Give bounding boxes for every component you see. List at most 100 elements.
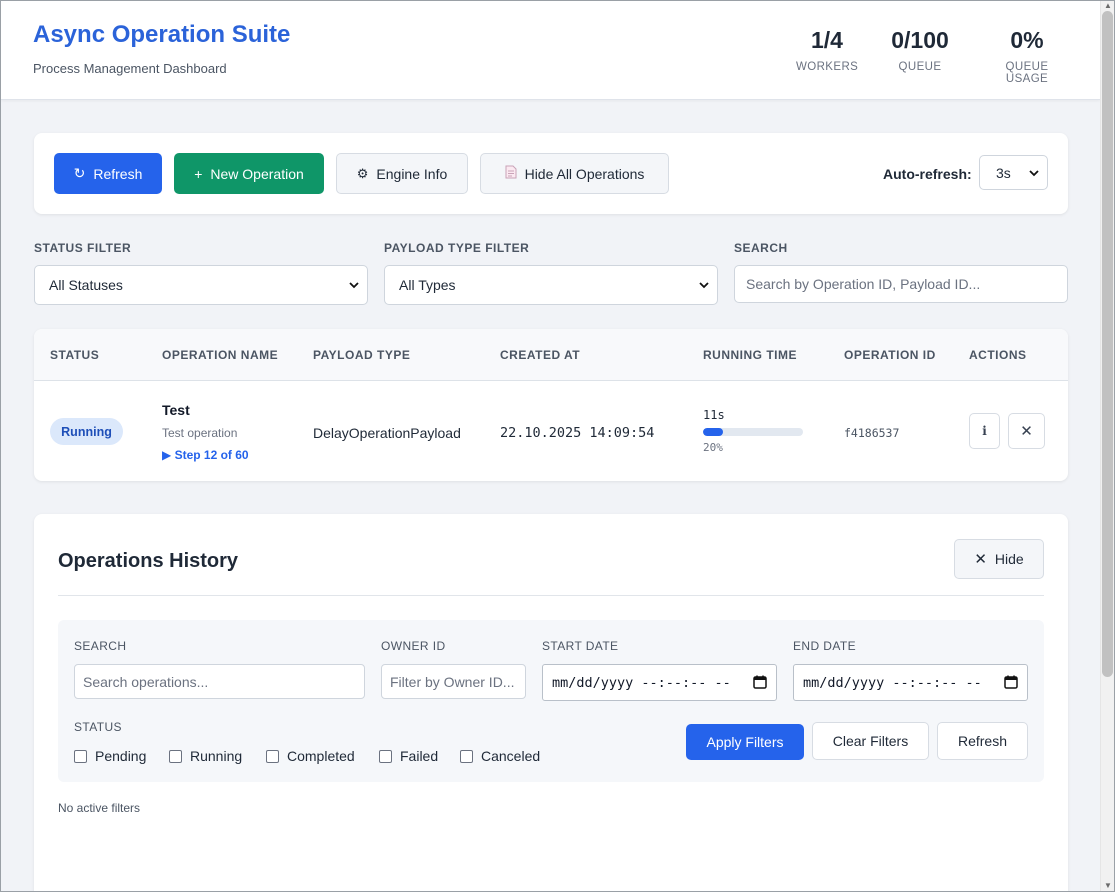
- created-at: 22.10.2025 14:09:54: [500, 425, 655, 441]
- owner-id-input[interactable]: Filter by Owner ID...: [381, 664, 526, 699]
- status-checkbox-label: Failed: [400, 748, 439, 764]
- owner-id-label: OWNER ID: [381, 639, 446, 653]
- apply-filters-button[interactable]: Apply Filters: [686, 724, 804, 760]
- status-checkbox-label: Running: [190, 748, 243, 764]
- checkbox[interactable]: [266, 749, 279, 763]
- scrollbar-thumb[interactable]: [1102, 11, 1113, 677]
- calendar-icon[interactable]: [753, 675, 767, 689]
- progress-bar-fill: [703, 428, 723, 436]
- status-checkbox-label: Pending: [95, 748, 147, 764]
- app-window: Async Operation Suite Process Management…: [0, 0, 1115, 892]
- status-filter-label: STATUS FILTER: [34, 241, 132, 255]
- toolbar: ↻ Refresh + New Operation ⚙ Engine Info …: [34, 133, 1068, 214]
- info-icon: i: [982, 424, 987, 438]
- history-search-input[interactable]: Search operations...: [74, 664, 365, 699]
- engine-info-button[interactable]: ⚙ Engine Info: [336, 153, 468, 194]
- operation-description: Test operation: [162, 426, 238, 440]
- calendar-icon[interactable]: [1004, 675, 1018, 689]
- operation-name: Test: [162, 402, 190, 418]
- status-checkbox-canceled[interactable]: Canceled: [460, 748, 540, 764]
- owner-id-placeholder: Filter by Owner ID...: [390, 673, 515, 690]
- chevron-down-icon: [699, 282, 709, 289]
- checkbox[interactable]: [460, 749, 473, 763]
- history-refresh-button[interactable]: Refresh: [937, 722, 1028, 760]
- stat-queue: 0/100 QUEUE: [881, 27, 959, 73]
- scroll-down-arrow-icon[interactable]: ▼: [1103, 882, 1113, 890]
- refresh-button-label: Refresh: [93, 165, 143, 182]
- end-date-input[interactable]: mm/dd/yyyy --:--:-- --: [793, 664, 1028, 701]
- active-filters-status: No active filters: [58, 801, 141, 815]
- chevron-down-icon: [1029, 169, 1039, 176]
- checkbox[interactable]: [169, 749, 182, 763]
- column-header-created-at: CREATED AT: [500, 348, 581, 362]
- auto-refresh-select[interactable]: 3s: [979, 155, 1048, 190]
- scroll-up-arrow-icon[interactable]: ▲: [1103, 2, 1113, 10]
- end-date-value: mm/dd/yyyy --:--:-- --: [803, 674, 982, 691]
- status-filter-select[interactable]: All Statuses: [34, 265, 368, 305]
- running-time: 11s: [703, 408, 725, 422]
- start-date-label: START DATE: [542, 639, 619, 653]
- stat-queue-usage: 0% QUEUE USAGE: [983, 27, 1071, 85]
- app-title: Async Operation Suite: [33, 21, 291, 48]
- hide-all-operations-label: Hide All Operations: [524, 165, 645, 182]
- checkbox[interactable]: [379, 749, 392, 763]
- close-icon: ✕: [1020, 423, 1033, 440]
- header: Async Operation Suite Process Management…: [1, 1, 1100, 100]
- payload-type-filter-select[interactable]: All Types: [384, 265, 718, 305]
- progress-percent: 20%: [703, 441, 723, 454]
- auto-refresh-label: Auto-refresh:: [883, 166, 972, 182]
- app-subtitle: Process Management Dashboard: [33, 61, 227, 76]
- column-header-running-time: RUNNING TIME: [703, 348, 797, 362]
- stat-workers: 1/4 WORKERS: [796, 27, 858, 73]
- operation-step-toggle[interactable]: ▶ Step 12 of 60: [162, 448, 249, 462]
- status-checkbox-running[interactable]: Running: [169, 748, 242, 764]
- history-search-placeholder: Search operations...: [83, 673, 209, 690]
- checkbox[interactable]: [74, 749, 87, 763]
- start-date-value: mm/dd/yyyy --:--:-- --: [552, 674, 731, 691]
- status-checkbox-pending[interactable]: Pending: [74, 748, 146, 764]
- operations-history-panel: Operations History ✕ Hide SEARCH Search …: [34, 514, 1068, 891]
- status-checkbox-failed[interactable]: Failed: [379, 748, 438, 764]
- stat-workers-value: 1/4: [811, 27, 843, 53]
- status-checkbox-label: Completed: [287, 748, 355, 764]
- clear-filters-button[interactable]: Clear Filters: [812, 722, 929, 760]
- status-checkbox-label: Canceled: [481, 748, 541, 764]
- gear-icon: ⚙: [356, 165, 369, 181]
- progress-bar: [703, 428, 803, 436]
- column-header-status: STATUS: [50, 348, 100, 362]
- operations-table: STATUS OPERATION NAME PAYLOAD TYPE CREAT…: [34, 329, 1068, 481]
- engine-info-label: Engine Info: [376, 165, 448, 182]
- payload-type-filter-value: All Types: [399, 277, 456, 293]
- new-operation-button[interactable]: + New Operation: [174, 153, 324, 194]
- plus-icon: +: [194, 165, 203, 182]
- hide-all-operations-button[interactable]: Hide All Operations: [480, 153, 669, 194]
- column-header-operation-name: OPERATION NAME: [162, 348, 279, 362]
- status-checkbox-completed[interactable]: Completed: [266, 748, 355, 764]
- status-filter-value: All Statuses: [49, 277, 123, 293]
- stat-queue-usage-label: QUEUE USAGE: [1005, 61, 1049, 85]
- history-search-label: SEARCH: [74, 639, 127, 653]
- column-header-actions: ACTIONS: [969, 348, 1027, 362]
- cancel-operation-button[interactable]: ✕: [1008, 413, 1045, 449]
- close-icon: ✕: [974, 551, 987, 568]
- search-input-placeholder: Search by Operation ID, Payload ID...: [746, 276, 981, 292]
- auto-refresh-value: 3s: [996, 164, 1011, 181]
- chevron-down-icon: [349, 282, 359, 289]
- stat-queue-value: 0/100: [891, 27, 949, 53]
- start-date-input[interactable]: mm/dd/yyyy --:--:-- --: [542, 664, 777, 701]
- info-button[interactable]: i: [969, 413, 1000, 449]
- document-icon: [505, 165, 517, 182]
- history-filter-panel: SEARCH Search operations... OWNER ID Fil…: [58, 620, 1044, 782]
- table-header: STATUS OPERATION NAME PAYLOAD TYPE CREAT…: [34, 329, 1068, 381]
- stat-queue-label: QUEUE: [898, 61, 942, 73]
- stat-workers-label: WORKERS: [796, 61, 859, 73]
- column-header-operation-id: OPERATION ID: [844, 348, 936, 362]
- hide-history-button[interactable]: ✕ Hide: [954, 539, 1044, 579]
- search-label: SEARCH: [734, 241, 788, 255]
- refresh-button[interactable]: ↻ Refresh: [54, 153, 162, 194]
- stat-queue-usage-value: 0%: [1010, 27, 1044, 53]
- hide-history-label: Hide: [994, 551, 1024, 567]
- status-badge: Running: [50, 418, 123, 445]
- search-input[interactable]: Search by Operation ID, Payload ID...: [734, 265, 1068, 303]
- refresh-icon: ↻: [73, 165, 86, 181]
